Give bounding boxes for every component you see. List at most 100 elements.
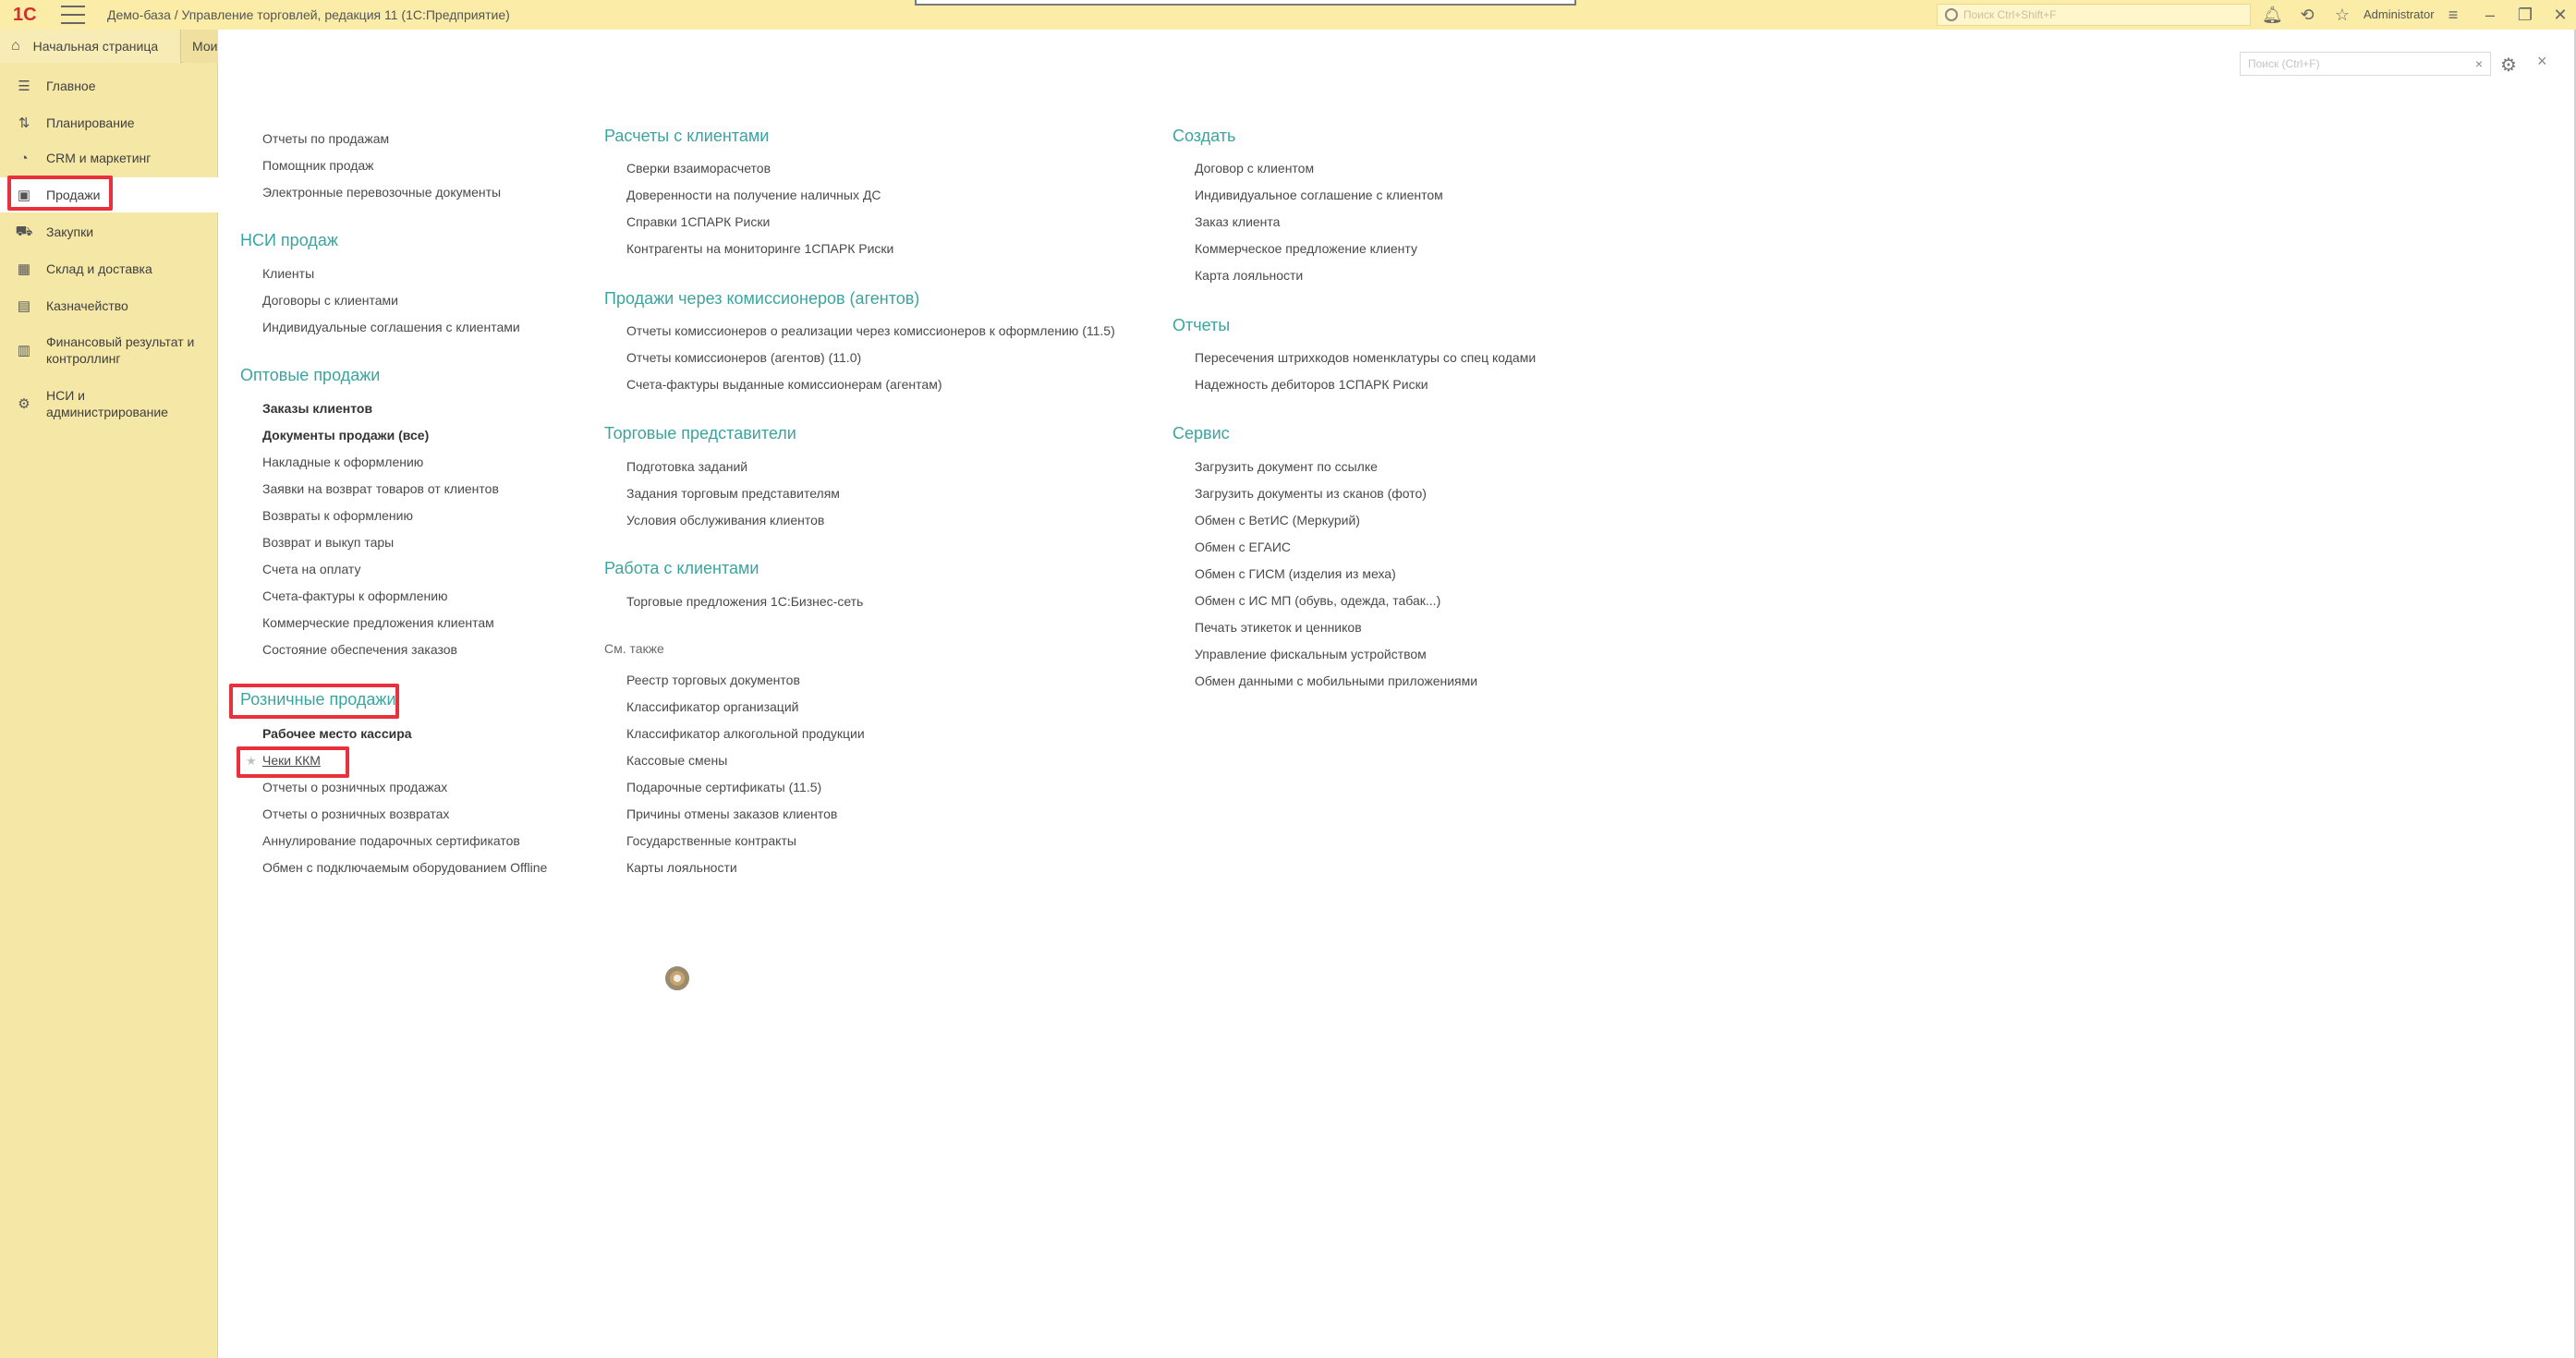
main-panel <box>219 30 2576 1358</box>
link-mobile-apps-exchange[interactable]: Обмен данными с мобильными приложениями <box>1195 673 1477 688</box>
link-create-order[interactable]: Заказ клиента <box>1195 214 1280 229</box>
link-create-offer[interactable]: Коммерческое предложение клиенту <box>1195 241 1417 256</box>
link-order-cancel-reasons[interactable]: Причины отмены заказов клиентов <box>626 806 837 821</box>
link-retail-returns-reports[interactable]: Отчеты о розничных возвратах <box>262 806 449 821</box>
link-agent-reports-to-process[interactable]: Отчеты комиссионеров о реализации через … <box>626 323 1115 338</box>
link-ismp-exchange[interactable]: Обмен с ИС МП (обувь, одежда, табак...) <box>1195 593 1440 608</box>
link-container-return[interactable]: Возврат и выкуп тары <box>262 535 394 550</box>
link-gism-exchange[interactable]: Обмен с ГИСМ (изделия из меха) <box>1195 566 1396 581</box>
sidebar-item-main[interactable]: ☰ Главное <box>0 72 218 100</box>
link-returns-to-process[interactable]: Возвраты к оформлению <box>262 508 413 523</box>
link-payment-invoices[interactable]: Счета на оплату <box>262 562 361 576</box>
link-clients[interactable]: Клиенты <box>262 266 314 281</box>
link-task-preparation[interactable]: Подготовка заданий <box>626 459 747 474</box>
window-close-icon[interactable]: ✕ <box>2550 5 2570 25</box>
link-electronic-transport-docs[interactable]: Электронные перевозочные документы <box>262 185 501 200</box>
link-gift-certificates[interactable]: Подарочные сертификаты (11.5) <box>626 780 821 794</box>
user-name[interactable]: Administrator <box>2363 7 2435 21</box>
link-loyalty-cards[interactable]: Карты лояльности <box>626 860 737 875</box>
panel-search-placeholder: Поиск (Ctrl+F) <box>2248 57 2320 70</box>
link-sales-reports[interactable]: Отчеты по продажам <box>262 131 389 146</box>
link-retail-sales-reports[interactable]: Отчеты о розничных продажах <box>262 780 447 794</box>
section-wholesale: Оптовые продажи <box>240 366 381 384</box>
sidebar-item-label: CRM и маркетинг <box>46 151 152 165</box>
link-reconciliations[interactable]: Сверки взаиморасчетов <box>626 161 771 176</box>
tab-bar: ⌂ Начальная страница Мои <box>0 30 218 63</box>
sidebar-item-finance[interactable]: ▥ Финансовый результат и контроллинг <box>0 327 218 373</box>
global-search-input[interactable]: Поиск Ctrl+Shift+F <box>1937 4 2251 26</box>
list-icon: ☰ <box>18 79 30 94</box>
restore-icon[interactable]: ❐ <box>2515 5 2535 25</box>
history-icon[interactable]: ⟲ <box>2297 5 2317 25</box>
link-gift-cert-cancel[interactable]: Аннулирование подарочных сертификатов <box>262 833 520 848</box>
link-cash-shifts[interactable]: Кассовые смены <box>626 753 727 768</box>
link-invoices-to-process[interactable]: Накладные к оформлению <box>262 455 423 469</box>
link-debtor-reliability[interactable]: Надежность дебиторов 1СПАРК Риски <box>1195 377 1428 392</box>
link-cash-powers-of-attorney[interactable]: Доверенности на получение наличных ДС <box>626 188 881 202</box>
link-create-loyalty-card[interactable]: Карта лояльности <box>1195 268 1303 283</box>
link-return-requests[interactable]: Заявки на возврат товаров от клиентов <box>262 481 499 496</box>
link-print-labels[interactable]: Печать этикеток и ценников <box>1195 620 1362 635</box>
favorite-star-icon[interactable]: ★ <box>246 754 257 769</box>
sidebar-item-treasury[interactable]: ▤ Казначейство <box>0 292 218 320</box>
link-create-agreement[interactable]: Индивидуальное соглашение с клиентом <box>1195 188 1443 202</box>
link-client-contracts[interactable]: Договоры с клиентами <box>262 293 398 308</box>
clear-icon[interactable]: × <box>2475 53 2483 75</box>
link-egais-exchange[interactable]: Обмен с ЕГАИС <box>1195 540 1291 554</box>
link-load-by-url[interactable]: Загрузить документ по ссылке <box>1195 459 1378 474</box>
link-order-provision-state[interactable]: Состояние обеспечения заказов <box>262 642 457 657</box>
section-see-also: См. также <box>604 641 664 656</box>
section-create: Создать <box>1173 127 1236 145</box>
link-sales-documents-all[interactable]: Документы продажи (все) <box>262 428 429 443</box>
link-sales-assistant[interactable]: Помощник продаж <box>262 158 374 173</box>
link-client-orders[interactable]: Заказы клиентов <box>262 401 372 416</box>
sidebar-item-sales[interactable]: ▣ Продажи <box>0 177 218 212</box>
link-trade-docs-registry[interactable]: Реестр торговых документов <box>626 673 800 687</box>
link-vetis-exchange[interactable]: Обмен с ВетИС (Меркурий) <box>1195 513 1360 527</box>
link-kkm-receipts[interactable]: Чеки ККМ <box>262 753 321 768</box>
link-state-contracts[interactable]: Государственные контракты <box>626 833 796 848</box>
sidebar: ☰ Главное ⇅ Планирование ◔ CRM и маркети… <box>0 63 218 1358</box>
link-barcode-intersections[interactable]: Пересечения штрихкодов номенклатуры со с… <box>1195 350 1536 365</box>
warehouse-icon: ▦ <box>17 261 31 277</box>
sidebar-item-warehouse[interactable]: ▦ Склад и доставка <box>0 255 218 283</box>
main-menu-icon[interactable] <box>61 6 85 24</box>
sidebar-item-planning[interactable]: ⇅ Планирование <box>0 109 218 137</box>
link-agent-reports[interactable]: Отчеты комиссионеров (агентов) (11.0) <box>626 350 861 365</box>
link-individual-agreements[interactable]: Индивидуальные соглашения с клиентами <box>262 320 520 334</box>
tab-home[interactable]: ⌂ Начальная страница <box>0 30 181 63</box>
link-offline-equipment-exchange[interactable]: Обмен с подключаемым оборудованием Offli… <box>262 860 547 875</box>
panel-search-input[interactable]: Поиск (Ctrl+F) × <box>2240 52 2491 76</box>
link-create-contract[interactable]: Договор с клиентом <box>1195 161 1314 176</box>
settings-menu-icon[interactable]: ≡ <box>2443 5 2463 25</box>
sidebar-item-crm[interactable]: ◔ CRM и маркетинг <box>0 144 218 172</box>
link-cashier-workplace[interactable]: Рабочее место кассира <box>262 726 412 741</box>
sidebar-item-purchases[interactable]: ⛟ Закупки <box>0 218 218 246</box>
minimize-icon[interactable]: – <box>2480 5 2500 25</box>
link-alcohol-classifier[interactable]: Классификатор алкогольной продукции <box>626 726 865 741</box>
link-service-conditions[interactable]: Условия обслуживания клиентов <box>626 513 824 527</box>
link-load-from-scans[interactable]: Загрузить документы из сканов (фото) <box>1195 486 1427 501</box>
settings-icon[interactable]: ⚙ <box>2500 54 2517 77</box>
bell-icon[interactable]: 🔔︎ <box>2262 5 2283 25</box>
global-search-placeholder: Поиск Ctrl+Shift+F <box>1963 8 2057 21</box>
star-icon[interactable]: ☆ <box>2332 5 2352 25</box>
sidebar-item-admin[interactable]: ⚙ НСИ и администрирование <box>0 381 218 427</box>
section-service: Сервис <box>1173 424 1230 443</box>
home-icon: ⌂ <box>11 38 20 54</box>
section-nsi-sales: НСИ продаж <box>240 231 338 249</box>
tab-second[interactable]: Мои <box>183 30 218 63</box>
link-org-classifier[interactable]: Классификатор организаций <box>626 699 798 714</box>
link-rep-tasks[interactable]: Задания торговым представителям <box>626 486 840 501</box>
link-agent-tax-invoices[interactable]: Счета-фактуры выданные комиссионерам (аг… <box>626 377 942 392</box>
cart-icon: ⛟ <box>15 223 33 239</box>
link-spark-monitoring[interactable]: Контрагенты на мониторинге 1СПАРК Риски <box>626 241 893 256</box>
link-commercial-offers[interactable]: Коммерческие предложения клиентам <box>262 615 494 630</box>
close-icon[interactable]: × <box>2537 52 2547 71</box>
sales-bag-icon: ▣ <box>17 188 31 203</box>
link-business-network-offers[interactable]: Торговые предложения 1С:Бизнес-сеть <box>626 594 863 609</box>
sidebar-item-label: Казначейство <box>46 298 128 313</box>
link-spark-references[interactable]: Справки 1СПАРК Риски <box>626 214 770 229</box>
link-tax-invoices[interactable]: Счета-фактуры к оформлению <box>262 588 448 603</box>
link-fiscal-device[interactable]: Управление фискальным устройством <box>1195 647 1427 661</box>
